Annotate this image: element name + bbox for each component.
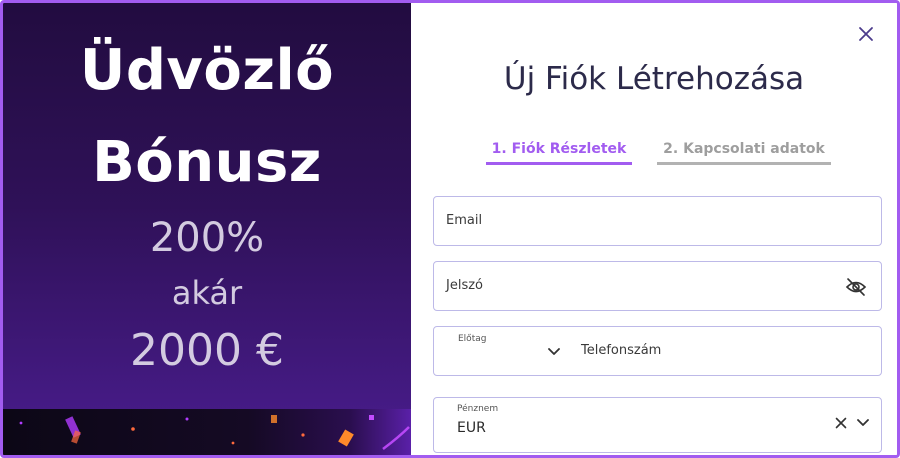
bonus-promo-panel: Üdvözlő Bónusz 200% akár 2000 €: [3, 3, 411, 455]
confetti-graphic: [19, 415, 410, 450]
confetti-decoration: [3, 409, 411, 455]
close-button[interactable]: [857, 25, 875, 43]
chevron-down-icon: [548, 348, 560, 355]
currency-label: Pénznem: [457, 404, 499, 414]
promo-amount: 2000 €: [130, 325, 284, 376]
phone-number-input[interactable]: Telefonszám: [581, 343, 661, 358]
tab-contact-details[interactable]: 2. Kapcsolati adatok: [657, 139, 831, 165]
email-field[interactable]: Email: [433, 196, 882, 246]
promo-heading-line2: Bónusz: [92, 130, 322, 195]
email-placeholder: Email: [446, 213, 483, 228]
form-title: Új Fiók Létrehozása: [503, 61, 805, 97]
phone-field: Előtag Telefonszám: [433, 326, 882, 376]
phone-prefix-label: Előtag: [458, 334, 487, 344]
password-placeholder: Jelszó: [446, 278, 483, 293]
promo-heading-line1: Üdvözlő: [79, 38, 335, 103]
close-icon: [859, 27, 873, 41]
currency-value: EUR: [457, 420, 486, 436]
registration-modal: Üdvözlő Bónusz 200% akár 2000 € Új Fiók …: [0, 0, 900, 458]
eye-slash-icon: [845, 278, 867, 296]
phone-prefix-select[interactable]: Előtag: [435, 328, 571, 374]
currency-select[interactable]: Pénznem EUR: [433, 397, 882, 453]
password-field[interactable]: Jelszó: [433, 261, 882, 311]
promo-upto: akár: [171, 274, 243, 312]
clear-icon[interactable]: [835, 417, 847, 429]
tab-account-details[interactable]: 1. Fiók Részletek: [486, 139, 632, 165]
promo-percent: 200%: [149, 215, 265, 261]
toggle-password-visibility-button[interactable]: [845, 277, 867, 297]
signup-form-panel: Új Fiók Létrehozása 1. Fiók Részletek 2.…: [411, 3, 897, 455]
chevron-down-icon[interactable]: [857, 418, 869, 428]
